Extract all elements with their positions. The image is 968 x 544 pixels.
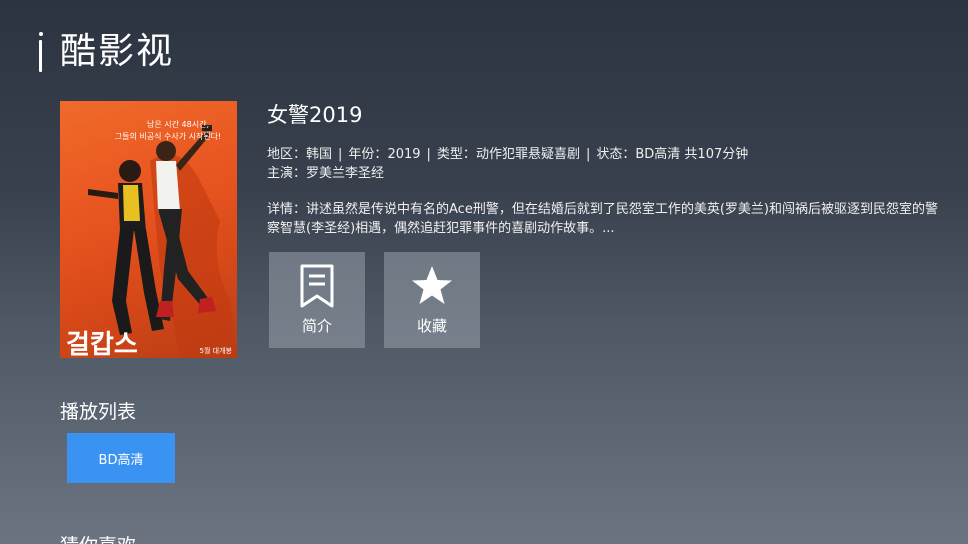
poster-release-text: 5월 대개봉 xyxy=(200,346,233,355)
separator: | xyxy=(426,147,431,162)
logo-mark-icon xyxy=(38,30,44,74)
star-icon xyxy=(412,266,452,304)
status-value: BD高清 共107分钟 xyxy=(635,147,749,162)
region-label: 地区： xyxy=(267,147,307,162)
genre-value: 动作犯罪悬疑喜剧 xyxy=(475,147,580,162)
app-logo: 酷影视 xyxy=(38,30,174,74)
description-text: 讲述虽然是传说中有名的Ace刑警，但在结婚后就到了民怨室工作的美英(罗美兰)和闯… xyxy=(267,202,938,236)
favorite-button[interactable]: 收藏 xyxy=(384,252,480,348)
status-label: 状态： xyxy=(596,147,636,162)
poster-tagline-line1: 남은 시간 48시간, xyxy=(147,119,209,129)
movie-meta-line: 地区：韩国 | 年份：2019 | 类型：动作犯罪悬疑喜剧 | 状态：BD高清 共107分钟 xyxy=(267,145,748,164)
poster-tagline-line2: 그들의 비공식 수사가 시작된다! xyxy=(115,131,222,141)
app-title: 酷影视 xyxy=(60,31,175,72)
movie-poster: 남은 시간 48시간, 그들의 비공식 수사가 시작된다! 걸캅스 5월 대개봉 xyxy=(60,101,237,358)
intro-label: 简介 xyxy=(301,317,332,335)
bookmark-icon xyxy=(300,264,334,308)
movie-description: 详情：讲述虽然是传说中有名的Ace刑警，但在结婚后就到了民怨室工作的美英(罗美兰… xyxy=(267,200,947,238)
cast-label: 主演： xyxy=(267,166,307,181)
movie-title: 女警2019 xyxy=(267,103,363,127)
favorite-label: 收藏 xyxy=(416,317,447,335)
year-value: 2019 xyxy=(387,147,421,162)
poster-title-text: 걸캅스 xyxy=(66,330,138,358)
separator: | xyxy=(338,147,343,162)
year-label: 年份： xyxy=(348,147,388,162)
intro-button[interactable]: 简介 xyxy=(269,252,365,348)
episode-button[interactable]: BD高清 xyxy=(67,433,175,483)
recommend-title: 猜你喜欢 xyxy=(60,533,136,544)
separator: | xyxy=(585,147,591,162)
playlist-title: 播放列表 xyxy=(60,401,137,423)
description-label: 详情： xyxy=(267,202,307,217)
genre-label: 类型： xyxy=(436,147,476,162)
cast-value: 罗美兰李圣经 xyxy=(306,166,385,181)
region-value: 韩国 xyxy=(306,147,333,162)
movie-cast-line: 主演：罗美兰李圣经 xyxy=(267,164,384,183)
